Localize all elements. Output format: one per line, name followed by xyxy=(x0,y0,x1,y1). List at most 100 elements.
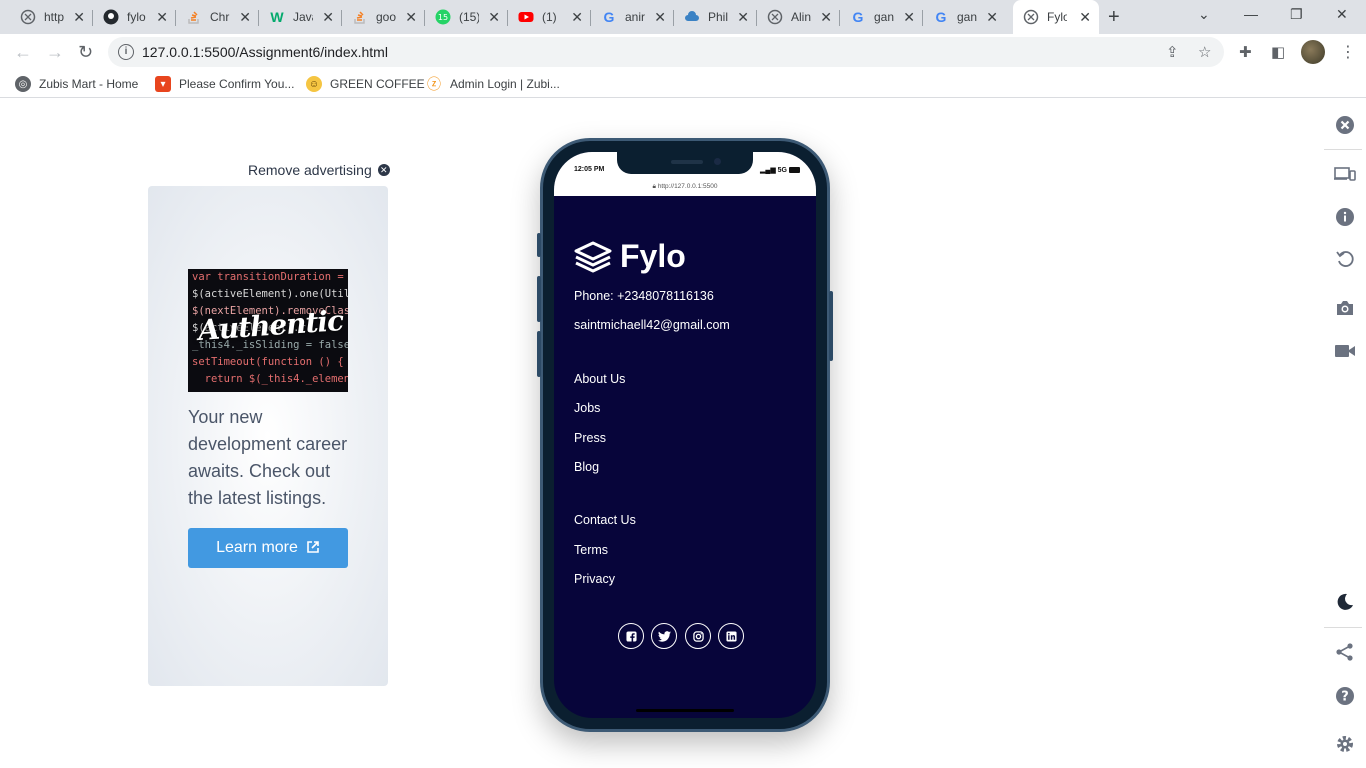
extensions-icon[interactable]: ✚ xyxy=(1239,43,1252,61)
footer-link-press[interactable]: Press xyxy=(574,431,606,445)
bookmark-confirm[interactable]: ▾ Please Confirm You... xyxy=(155,76,294,92)
tab-8[interactable]: G anir ✕ xyxy=(591,4,674,30)
contact-email[interactable]: saintmichaell42@gmail.com xyxy=(574,318,730,332)
footer-link-blog[interactable]: Blog xyxy=(574,460,599,474)
twitter-icon[interactable] xyxy=(651,623,677,649)
footer-link-terms[interactable]: Terms xyxy=(574,543,608,557)
logo-text: Fylo xyxy=(620,238,686,274)
lock-icon: 🔒︎ xyxy=(652,183,656,190)
camera-icon[interactable] xyxy=(1334,297,1356,319)
share-icon[interactable]: ⇪ xyxy=(1166,43,1179,61)
dark-mode-icon[interactable] xyxy=(1334,591,1356,613)
close-icon[interactable]: ✕ xyxy=(73,9,85,25)
close-icon[interactable]: ✕ xyxy=(156,9,168,25)
battery-icon xyxy=(789,167,800,174)
status-signal: ▂▄▆ 5G xyxy=(760,166,800,174)
tab-title: (1) xyxy=(542,10,557,24)
tab-1[interactable]: http ✕ xyxy=(10,4,93,30)
reload-icon[interactable]: ↻ xyxy=(78,42,93,63)
phone-frame: 12:05 PM ▂▄▆ 5G 🔒︎ http://127.0.0.1:5500… xyxy=(537,138,833,732)
new-tab-icon[interactable]: + xyxy=(1108,6,1120,29)
globe-icon xyxy=(767,9,783,25)
bookmark-label: GREEN COFFEE xyxy=(330,77,425,91)
whatsapp-icon: 15 xyxy=(435,9,451,25)
tab-7[interactable]: (1) ✕ xyxy=(508,4,591,30)
back-icon[interactable]: ← xyxy=(14,42,32,63)
close-icon[interactable] xyxy=(1334,114,1356,136)
footer-link-about[interactable]: About Us xyxy=(574,372,625,386)
tab-12[interactable]: G gan ✕ xyxy=(923,4,1006,30)
bookmark-star-icon[interactable]: ☆ xyxy=(1198,43,1211,61)
tab-title: gan xyxy=(957,10,977,24)
close-icon[interactable]: ✕ xyxy=(488,9,500,25)
tab-search-icon[interactable]: ⌄ xyxy=(1198,6,1210,23)
close-icon[interactable]: ✕ xyxy=(322,9,334,25)
close-icon[interactable]: ✕ xyxy=(1079,9,1091,25)
footer-link-privacy[interactable]: Privacy xyxy=(574,572,615,586)
footer-link-jobs[interactable]: Jobs xyxy=(574,401,600,415)
tab-strip: http ✕ fylo ✕ Chr ✕ W Java ✕ goo ✕ 15 (1… xyxy=(0,0,1366,34)
github-icon xyxy=(103,9,119,25)
video-icon[interactable] xyxy=(1334,340,1356,362)
close-icon[interactable]: ✕ xyxy=(571,9,583,25)
phone-side-button xyxy=(537,331,541,377)
info-icon[interactable] xyxy=(1334,206,1356,228)
facebook-icon[interactable] xyxy=(618,623,644,649)
network-type: 5G xyxy=(777,167,787,174)
rotate-icon[interactable] xyxy=(1334,248,1356,270)
bookmark-label: Please Confirm You... xyxy=(179,77,295,91)
w3schools-icon: W xyxy=(270,9,284,25)
stackoverflow-icon xyxy=(352,9,368,25)
menu-icon[interactable]: ⋮ xyxy=(1340,42,1356,62)
bookmarks-bar: ◎ Zubis Mart - Home ▾ Please Confirm You… xyxy=(0,70,1366,98)
restore-icon[interactable]: ❐ xyxy=(1290,6,1303,23)
bookmark-zubis-mart[interactable]: ◎ Zubis Mart - Home xyxy=(15,76,138,92)
instagram-icon[interactable] xyxy=(685,623,711,649)
close-icon[interactable]: ✕ xyxy=(986,9,998,25)
tab-4[interactable]: W Java ✕ xyxy=(259,4,342,30)
close-icon[interactable]: ✕ xyxy=(737,9,749,25)
stackoverflow-icon xyxy=(186,9,202,25)
site-info-icon[interactable]: i xyxy=(118,44,134,60)
device-icon[interactable] xyxy=(1334,163,1356,185)
bookmark-admin-login[interactable]: ⓩ Admin Login | Zubi... xyxy=(426,76,560,92)
remove-advertising-link[interactable]: Remove advertising ✕ xyxy=(248,162,390,178)
tab-active[interactable]: Fylo ✕ xyxy=(1013,0,1099,34)
ad-image[interactable]: var transitionDuration = 600$(activeElem… xyxy=(188,269,348,392)
tab-title: Fylo xyxy=(1047,10,1067,24)
svg-text:15: 15 xyxy=(438,13,448,22)
external-link-icon xyxy=(306,540,320,557)
side-panel-icon[interactable]: ◧ xyxy=(1271,43,1285,61)
phone-side-button xyxy=(537,233,541,257)
tab-11[interactable]: G gan ✕ xyxy=(840,4,923,30)
tab-10[interactable]: Alin ✕ xyxy=(757,4,840,30)
google-icon: G xyxy=(935,9,947,25)
help-icon[interactable]: ? xyxy=(1334,685,1356,707)
learn-more-button[interactable]: Learn more xyxy=(188,528,348,568)
close-icon[interactable]: ✕ xyxy=(654,9,666,25)
tab-6[interactable]: 15 (15) ✕ xyxy=(425,4,508,30)
close-icon[interactable]: ✕ xyxy=(903,9,915,25)
close-icon[interactable]: ✕ xyxy=(405,9,417,25)
settings-gear-icon[interactable] xyxy=(1334,733,1356,755)
footer-link-contact[interactable]: Contact Us xyxy=(574,513,636,527)
tab-5[interactable]: goo ✕ xyxy=(342,4,425,30)
tab-title: goo xyxy=(376,10,396,24)
avatar[interactable] xyxy=(1301,40,1325,64)
close-icon[interactable]: ✕ xyxy=(239,9,251,25)
window-close-icon[interactable]: ✕ xyxy=(1336,6,1348,23)
bookmark-label: Admin Login | Zubi... xyxy=(450,77,560,91)
fylo-logo[interactable]: Fylo xyxy=(574,238,686,275)
address-bar[interactable]: i 127.0.0.1:5500/Assignment6/index.html … xyxy=(108,37,1224,67)
minimize-icon[interactable]: — xyxy=(1244,6,1258,22)
tab-2[interactable]: fylo ✕ xyxy=(93,4,176,30)
share-icon[interactable] xyxy=(1334,641,1356,663)
address-url[interactable]: 127.0.0.1:5500/Assignment6/index.html xyxy=(142,44,388,60)
close-icon[interactable]: ✕ xyxy=(820,9,832,25)
bookmark-green-coffee[interactable]: ☺ GREEN COFFEE xyxy=(306,76,425,92)
tab-3[interactable]: Chr ✕ xyxy=(176,4,259,30)
linkedin-icon[interactable] xyxy=(718,623,744,649)
tab-9[interactable]: Phil ✕ xyxy=(674,4,757,30)
forward-icon[interactable]: → xyxy=(46,42,64,63)
google-icon: G xyxy=(603,9,615,25)
